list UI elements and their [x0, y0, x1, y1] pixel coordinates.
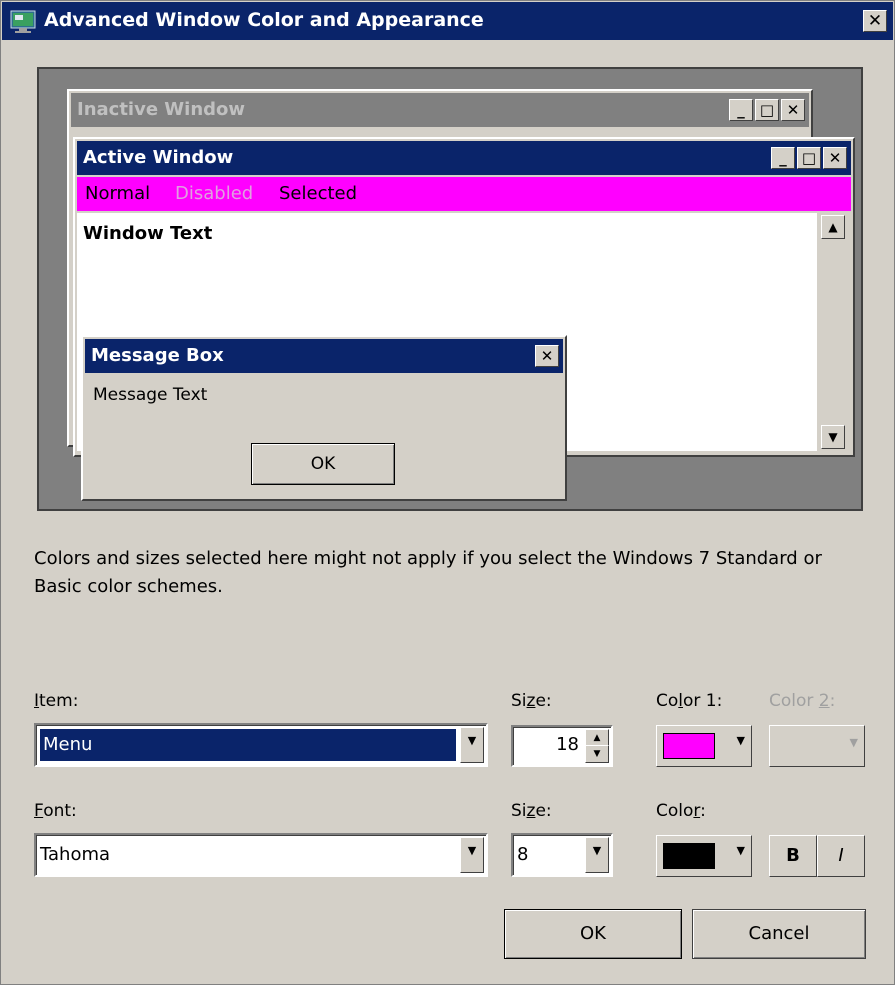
item-select-value: Menu: [43, 734, 93, 755]
message-box-caption[interactable]: Message Box ✕: [85, 339, 563, 373]
inactive-window-title: Inactive Window: [77, 99, 246, 120]
close-icon: ✕: [535, 345, 559, 367]
close-icon: ✕: [823, 147, 847, 169]
dropdown-arrow-icon[interactable]: ▼: [460, 837, 484, 873]
font-select[interactable]: Tahoma ▼: [34, 833, 488, 877]
item-size-value: 18: [556, 734, 579, 755]
dialog-title: Advanced Window Color and Appearance: [44, 9, 484, 31]
italic-toggle-button[interactable]: I: [817, 835, 865, 877]
font-size-label: Size:: [511, 801, 552, 821]
active-caption[interactable]: Active Window _ □ ✕: [77, 141, 851, 175]
maximize-icon: □: [797, 147, 821, 169]
window-text: Window Text: [83, 223, 213, 244]
item-size-label: Size:: [511, 691, 552, 711]
message-text: Message Text: [93, 385, 208, 405]
message-box-ok-button[interactable]: OK: [251, 443, 395, 485]
menu-item-selected[interactable]: Selected: [279, 183, 357, 204]
compatibility-note: Colors and sizes selected here might not…: [34, 548, 822, 597]
menu-item-disabled[interactable]: Disabled: [175, 183, 253, 204]
cancel-button[interactable]: Cancel: [692, 909, 866, 959]
color1-label: Color 1:: [656, 691, 723, 711]
item-label: Item:: [34, 691, 79, 711]
font-select-value: Tahoma: [40, 844, 111, 865]
font-size-select[interactable]: 8 ▼: [511, 833, 613, 877]
appearance-dialog: Advanced Window Color and Appearance ✕ I…: [0, 0, 895, 985]
inactive-caption[interactable]: Inactive Window _ □ ✕: [71, 93, 809, 127]
active-window-title: Active Window: [83, 147, 234, 168]
font-size-value: 8: [517, 844, 529, 865]
dropdown-arrow-icon[interactable]: ▼: [460, 727, 484, 763]
bold-toggle-button[interactable]: B: [769, 835, 817, 877]
color2-picker-button[interactable]: ▼: [769, 725, 865, 767]
close-button[interactable]: ✕: [863, 10, 887, 32]
spin-down-icon[interactable]: ▼: [585, 745, 609, 763]
item-size-spinner[interactable]: 18 ▲ ▼: [511, 725, 613, 767]
scroll-down-icon: ▼: [821, 425, 845, 449]
dropdown-arrow-icon[interactable]: ▼: [585, 837, 609, 873]
font-label: Font:: [34, 801, 77, 821]
close-icon: ✕: [867, 11, 883, 31]
dropdown-arrow-icon: ▼: [736, 844, 745, 857]
title-bar: Advanced Window Color and Appearance ✕: [2, 2, 893, 40]
item-select[interactable]: Menu ▼: [34, 723, 488, 767]
app-monitor-icon: [10, 10, 36, 33]
ok-button[interactable]: OK: [504, 909, 682, 959]
menu-item-normal[interactable]: Normal: [85, 183, 150, 204]
message-box-preview[interactable]: Message Box ✕ Message Text OK: [81, 335, 567, 501]
minimize-icon: _: [729, 99, 753, 121]
preview-area[interactable]: Inactive Window _ □ ✕ Active Window _ □ …: [37, 67, 863, 511]
maximize-icon: □: [755, 99, 779, 121]
color2-label: Color 2:: [769, 691, 836, 711]
font-color-picker-button[interactable]: ▼: [656, 835, 752, 877]
color1-picker-button[interactable]: ▼: [656, 725, 752, 767]
dropdown-arrow-icon: ▼: [849, 736, 858, 749]
font-color-label: Color:: [656, 801, 706, 821]
minimize-icon: _: [771, 147, 795, 169]
message-box-title: Message Box: [91, 345, 224, 366]
color1-swatch: [663, 733, 715, 759]
close-icon: ✕: [781, 99, 805, 121]
menu-bar-preview[interactable]: Normal Disabled Selected: [77, 177, 851, 211]
scrollbar-preview[interactable]: ▲ ▼: [817, 213, 847, 451]
scroll-up-icon: ▲: [821, 215, 845, 239]
dropdown-arrow-icon: ▼: [736, 734, 745, 747]
font-color-swatch: [663, 843, 715, 869]
